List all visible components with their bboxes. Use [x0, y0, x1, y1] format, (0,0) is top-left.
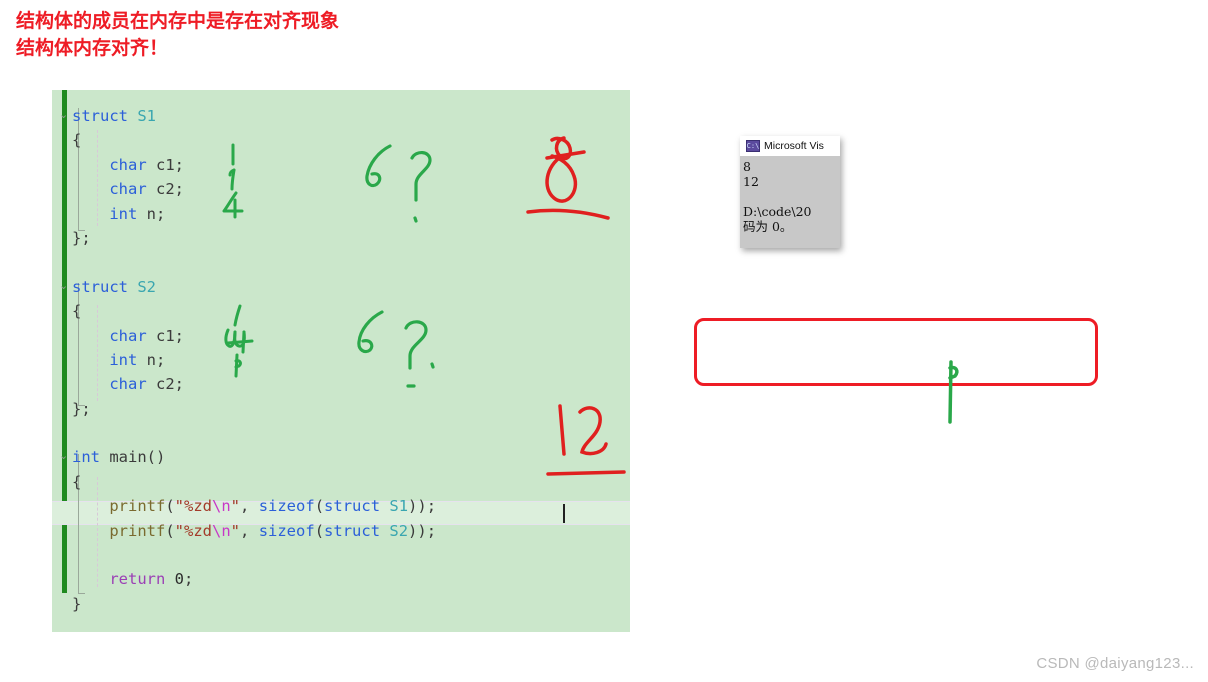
- code-token: ,: [240, 521, 259, 540]
- code-line[interactable]: char c1;: [72, 324, 436, 348]
- code-line[interactable]: [72, 543, 436, 567]
- console-title-text: Microsoft Vis: [764, 140, 824, 152]
- console-window-icon: C:\: [746, 140, 760, 152]
- annotation-note-text: 结构体的成员在内存中是存在对齐现象 结构体内存对齐！: [16, 8, 339, 62]
- code-token: S2: [389, 521, 409, 540]
- code-line[interactable]: char c2;: [72, 372, 436, 396]
- code-token: n;: [137, 204, 166, 223]
- text-caret: [563, 504, 565, 523]
- code-token: }: [72, 594, 82, 613]
- code-token: char: [109, 326, 147, 345]
- code-token: \n: [212, 521, 231, 540]
- code-token: ));: [408, 521, 437, 540]
- code-token: return: [109, 570, 166, 589]
- code-token: c1;: [146, 326, 184, 345]
- source-code-text[interactable]: ⌄ struct S1 { char c1; char c2; int n;}; ⌄…: [59, 104, 436, 616]
- console-output-text: 8 12 D:\code\20 码为 0。: [740, 156, 840, 248]
- code-token: c2;: [146, 375, 184, 394]
- code-line[interactable]: [72, 250, 436, 274]
- handwriting-s2-answer: [546, 404, 626, 476]
- chevron-down-icon[interactable]: ⌄: [59, 109, 68, 120]
- code-token: n;: [137, 350, 166, 369]
- annotation-note-box: [694, 318, 1098, 386]
- code-line[interactable]: ⌄ struct S1: [59, 104, 436, 128]
- chevron-down-icon[interactable]: ⌄: [59, 450, 68, 461]
- code-token: (: [314, 521, 325, 540]
- code-token: (: [165, 497, 175, 516]
- code-token: "%zd: [174, 497, 212, 516]
- code-token: S1: [137, 107, 157, 125]
- code-line[interactable]: ⌄ struct S2: [59, 275, 436, 299]
- code-line[interactable]: };: [72, 397, 436, 421]
- code-line[interactable]: char c1;: [72, 153, 436, 177]
- code-token: "%zd: [174, 521, 212, 540]
- code-editor-panel[interactable]: ⌄ struct S1 { char c1; char c2; int n;}; ⌄…: [52, 90, 630, 632]
- code-token: };: [72, 399, 91, 418]
- code-token: S1: [389, 497, 409, 516]
- code-token: struct: [324, 497, 381, 516]
- code-token: {: [72, 302, 82, 321]
- code-token: struct: [324, 521, 381, 540]
- code-line[interactable]: };: [72, 226, 436, 250]
- code-token: (: [165, 521, 175, 540]
- handwriting-s1-answer: [526, 136, 610, 220]
- note-line-2: 结构体内存对齐！: [16, 37, 169, 59]
- code-token: ;: [184, 570, 194, 589]
- code-token: ": [230, 521, 241, 540]
- code-token: c1;: [146, 155, 184, 174]
- chevron-down-icon[interactable]: ⌄: [59, 280, 68, 291]
- code-token: {: [72, 472, 82, 491]
- code-token: struct: [72, 107, 128, 125]
- code-token: c2;: [146, 180, 184, 199]
- code-line[interactable]: {: [72, 299, 436, 323]
- code-token: char: [109, 180, 147, 199]
- code-token: \n: [212, 497, 231, 516]
- code-line[interactable]: char c2;: [72, 177, 436, 201]
- code-line[interactable]: [72, 421, 436, 445]
- code-token: char: [109, 375, 147, 394]
- code-token: printf: [109, 521, 166, 540]
- code-line[interactable]: printf("%zd\n", sizeof(struct S2));: [72, 519, 436, 543]
- code-token: {: [72, 131, 82, 150]
- code-token: ": [230, 497, 241, 516]
- code-line[interactable]: printf("%zd\n", sizeof(struct S1));: [72, 494, 436, 518]
- console-output-window[interactable]: C:\ Microsoft Vis 8 12 D:\code\20 码为 0。: [740, 136, 840, 248]
- code-line[interactable]: int n;: [72, 348, 436, 372]
- note-line-1: 结构体的成员在内存中是存在对齐现象: [16, 10, 340, 32]
- code-line[interactable]: int n;: [72, 202, 436, 226]
- code-token: (: [314, 497, 325, 516]
- code-token: sizeof: [258, 521, 315, 540]
- code-token: int: [109, 350, 138, 369]
- code-token: char: [109, 155, 147, 174]
- handwriting-note-pointer: [948, 360, 959, 424]
- code-token: struct: [72, 277, 128, 296]
- code-token: main: [109, 448, 147, 467]
- code-token: 0: [174, 570, 185, 589]
- console-titlebar[interactable]: C:\ Microsoft Vis: [740, 136, 840, 156]
- code-token: int: [72, 448, 100, 467]
- code-token: S2: [137, 277, 157, 296]
- code-token: };: [72, 228, 91, 247]
- code-line[interactable]: {: [72, 470, 436, 494]
- code-token: sizeof: [258, 497, 315, 516]
- code-token: ,: [240, 497, 259, 516]
- code-line[interactable]: return 0;: [72, 567, 436, 591]
- code-line[interactable]: {: [72, 128, 436, 152]
- code-token: ));: [408, 497, 437, 516]
- code-line[interactable]: }: [72, 592, 436, 616]
- code-token: printf: [109, 497, 166, 516]
- csdn-watermark: CSDN @daiyang123...: [1036, 655, 1194, 672]
- code-line[interactable]: ⌄ int main(): [59, 445, 436, 469]
- code-token: (): [146, 448, 166, 467]
- code-token: int: [109, 204, 138, 223]
